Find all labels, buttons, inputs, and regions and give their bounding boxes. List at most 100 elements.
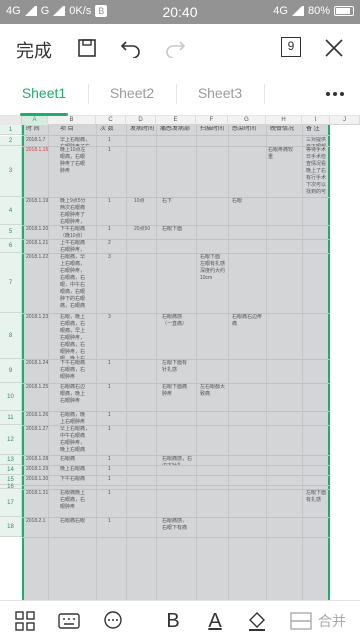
row-header[interactable]: 13 <box>0 455 22 465</box>
spreadsheet[interactable]: A B C D E F G H I J 1 时 间 项 目 次 数 发病时间 痛… <box>0 116 360 600</box>
cell-onset[interactable] <box>134 240 156 253</box>
cell-count[interactable]: 1 <box>108 384 126 411</box>
cell-date[interactable]: 2018.1.15 <box>26 147 48 197</box>
cell-scan[interactable] <box>200 226 228 239</box>
cell-infection[interactable] <box>232 456 266 465</box>
column-header[interactable]: D <box>126 116 156 125</box>
cell-count[interactable]: 1 <box>108 518 126 537</box>
cell-count[interactable]: 1 <box>108 137 126 146</box>
cell-infection[interactable] <box>232 254 266 313</box>
cell-scan[interactable] <box>200 490 228 517</box>
cell-infection[interactable] <box>232 466 266 475</box>
cell-onset[interactable] <box>134 147 156 197</box>
row-header[interactable]: 11 <box>0 411 22 425</box>
cell-count[interactable]: 1 <box>108 360 126 383</box>
cell-note[interactable]: 左眼下面 有扎感 <box>306 490 328 517</box>
cell-dinner[interactable] <box>268 198 302 225</box>
cell-count[interactable]: 2 <box>108 240 126 253</box>
header-cell-infection[interactable]: 感染时间 <box>232 126 266 133</box>
cell-date[interactable]: 2018.1.29 <box>26 466 48 475</box>
redo-icon[interactable] <box>161 34 189 62</box>
cell-infection[interactable]: 右眼痛右边疼 痛 <box>232 314 266 359</box>
cell-dinner[interactable] <box>268 490 302 517</box>
column-header[interactable]: E <box>156 116 196 125</box>
cell-dinner[interactable] <box>268 240 302 253</box>
cell-infection[interactable] <box>232 426 266 455</box>
cell-dinner[interactable] <box>268 518 302 537</box>
cell-item[interactable]: 下午右眼痛 （晚10点） <box>60 226 96 239</box>
column-header[interactable]: F <box>196 116 228 125</box>
cell-item[interactable]: 下午右眼痛 右眼痛，右 眼肿疼 <box>60 360 96 383</box>
cell-onset[interactable] <box>134 412 156 425</box>
row-header[interactable]: 18 <box>0 517 22 537</box>
cell-count[interactable]: 1 <box>108 147 126 197</box>
cell-item[interactable]: 右眼痛，早 上右眼痛， 右眼肿疼， 右眼痛，右 眼，中午右 眼痛，右眼 肿下的右… <box>60 254 96 313</box>
cell-dinner[interactable] <box>268 226 302 239</box>
cell-onset[interactable] <box>134 466 156 475</box>
cell-infection[interactable] <box>232 137 266 146</box>
column-header[interactable]: H <box>266 116 302 125</box>
cell-scan[interactable] <box>200 314 228 359</box>
cell-count[interactable]: 1 <box>108 412 126 425</box>
cell-infection[interactable] <box>232 360 266 383</box>
cell-date[interactable]: 2018.1.31 <box>26 490 48 517</box>
column-header[interactable]: A <box>22 116 48 125</box>
cell-date[interactable]: 2018.1.20 <box>26 226 48 239</box>
cell-scan[interactable] <box>200 456 228 465</box>
cell-item[interactable]: 早上右眼痛， 中午右眼痛 右眼肿疼， 晚上右眼痛 <box>60 426 96 455</box>
cell-count[interactable]: 3 <box>108 314 126 359</box>
cell-infection[interactable] <box>232 384 266 411</box>
cell-site[interactable] <box>162 412 196 425</box>
cell-dinner[interactable] <box>268 384 302 411</box>
row-header[interactable]: 3 <box>0 146 22 197</box>
cell-onset[interactable] <box>134 490 156 517</box>
header-cell-item[interactable]: 项 目 <box>60 126 96 133</box>
cell-date[interactable]: 2018.1.23 <box>26 314 48 359</box>
cell-dinner[interactable] <box>268 456 302 465</box>
row-header[interactable]: 2 <box>0 136 22 146</box>
done-button[interactable]: 完成 <box>16 37 52 63</box>
row-header[interactable]: 9 <box>0 359 22 383</box>
cell-site[interactable] <box>162 254 196 313</box>
cell-site[interactable]: 右眼痛感 （一直痛） <box>162 314 196 359</box>
cell-item[interactable]: 上午右眼痛 右眼肿疼， 右眼肿疼 <box>60 240 96 253</box>
row-header[interactable]: 7 <box>0 253 22 313</box>
select-all-corner[interactable] <box>0 116 22 125</box>
cell-item[interactable]: 右眼，晚上 右眼痛，右 眼痛，早上 右眼肿疼， 右眼痛，右 眼肿疼，右 眼，晚上… <box>60 314 96 359</box>
cell-count[interactable]: 1 <box>108 490 126 517</box>
merge-icon[interactable] <box>286 607 316 635</box>
cell-item[interactable]: 晚上右眼痛 <box>60 466 96 475</box>
cell-scan[interactable] <box>200 137 228 146</box>
cell-note[interactable] <box>306 456 328 465</box>
more-icon[interactable] <box>310 72 360 116</box>
cell-scan[interactable] <box>200 198 228 225</box>
header-cell-count[interactable]: 次 数 <box>100 126 126 133</box>
cell-count[interactable]: 1 <box>108 476 126 485</box>
cell-count[interactable]: 3 <box>108 254 126 313</box>
cell-item[interactable]: 下午右眼痛 <box>60 476 96 485</box>
row-header[interactable]: 17 <box>0 489 22 517</box>
cell-infection[interactable] <box>232 476 266 485</box>
cell-item[interactable]: 右眼痛右边 眼痛，晚上 右眼肿疼 <box>60 384 96 411</box>
column-header[interactable]: I <box>302 116 330 125</box>
cell-note[interactable] <box>306 412 328 425</box>
cell-scan[interactable] <box>200 240 228 253</box>
cell-count[interactable]: 1 <box>108 226 126 239</box>
cell-item[interactable]: 右眼痛，晚 上右眼肿疼 右眼痛 <box>60 412 96 425</box>
cell-onset[interactable]: 20点50 <box>134 226 156 239</box>
tab-sheet1[interactable]: Sheet1 <box>0 72 88 116</box>
row-header[interactable]: 6 <box>0 239 22 253</box>
cell-site[interactable]: 左眼下面有 针扎感 <box>162 360 196 383</box>
comment-icon[interactable] <box>98 607 128 635</box>
cell-site[interactable] <box>162 137 196 146</box>
cell-item[interactable]: 晚上9点5分 两次右眼痛 右眼肿疼了 右眼肿疼， 右边晚间下 <box>60 198 96 225</box>
cell-note[interactable] <box>306 466 328 475</box>
merge-button[interactable]: 合并 <box>318 611 346 631</box>
row-header[interactable]: 5 <box>0 225 22 239</box>
row-header[interactable]: 12 <box>0 425 22 455</box>
cell-site[interactable]: 右眼痛感， 右眼下有痛 <box>162 518 196 537</box>
cell-date[interactable]: 2018.1.24 <box>26 360 48 383</box>
cell-infection[interactable] <box>232 147 266 197</box>
cell-site[interactable] <box>162 240 196 253</box>
close-icon[interactable] <box>320 34 348 62</box>
